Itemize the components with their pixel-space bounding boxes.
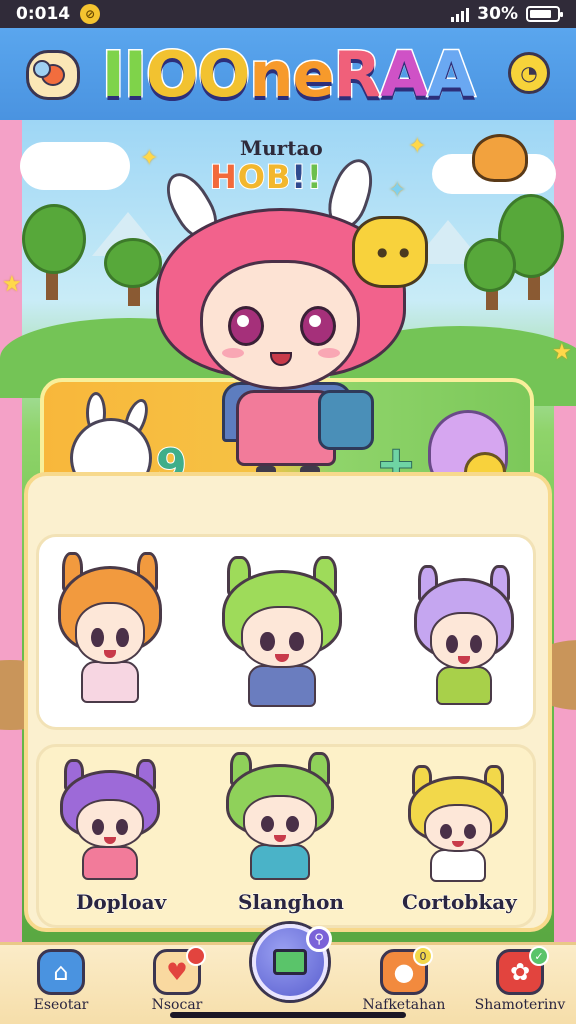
battery-percent: 30% xyxy=(477,4,518,24)
coin-button[interactable]: ◔ xyxy=(508,52,550,94)
cloud xyxy=(20,142,130,190)
character-label: Cortobkay xyxy=(402,890,518,915)
sparkle-icon: ✦ xyxy=(140,146,159,171)
hamster-mascot xyxy=(472,134,528,182)
featured-character[interactable] xyxy=(414,565,514,708)
hero-title: HOB!! xyxy=(209,157,323,197)
gift-icon: ✿ ✓ xyxy=(496,946,549,995)
tree xyxy=(104,238,162,288)
battery-icon xyxy=(526,6,563,22)
app-logo: IIOOneRAA xyxy=(100,36,476,112)
signal-icon xyxy=(451,6,470,22)
star-mascot: ● ● xyxy=(352,216,428,288)
home-icon: ⌂ xyxy=(37,949,85,995)
sparkle-icon: ★ xyxy=(552,340,572,365)
search-icon: ⚲ xyxy=(306,926,332,952)
clock: 0:014 xyxy=(16,4,71,24)
fruit-icon xyxy=(33,60,65,86)
status-bar: 0:014 ⊘ 30% xyxy=(0,0,576,28)
hero-subtitle: Murtao xyxy=(240,136,323,160)
profile-button[interactable] xyxy=(26,50,80,100)
character-card[interactable] xyxy=(226,752,334,882)
sparkle-icon: ✦ xyxy=(408,134,427,159)
character-label: Doploav xyxy=(75,890,167,915)
coin-icon: ◔ xyxy=(520,61,538,85)
home-indicator xyxy=(170,1012,406,1018)
screen-icon xyxy=(273,949,307,975)
tree xyxy=(22,204,86,274)
featured-character[interactable] xyxy=(58,552,162,706)
mascot-icon: ● 0 xyxy=(380,946,433,995)
heart-icon: ♥ xyxy=(153,946,206,995)
app-header: IIOOneRAA ◔ xyxy=(0,28,576,120)
notification-icon: ⊘ xyxy=(80,4,101,24)
sparkle-icon: ★ xyxy=(2,272,22,297)
tab-shamoterinv[interactable]: ✿ ✓ Shamoterinv xyxy=(474,945,566,1024)
bag-icon xyxy=(318,390,374,450)
character-label: Slanghon xyxy=(238,890,345,915)
center-play-button[interactable]: ⚲ xyxy=(252,924,332,1000)
tab-eseotar[interactable]: ⌂ Eseotar xyxy=(26,945,96,1024)
tree xyxy=(464,238,516,292)
sparkle-icon: ✦ xyxy=(388,178,407,203)
character-card[interactable] xyxy=(408,765,508,884)
featured-character[interactable] xyxy=(222,556,342,710)
character-card[interactable] xyxy=(60,758,160,882)
